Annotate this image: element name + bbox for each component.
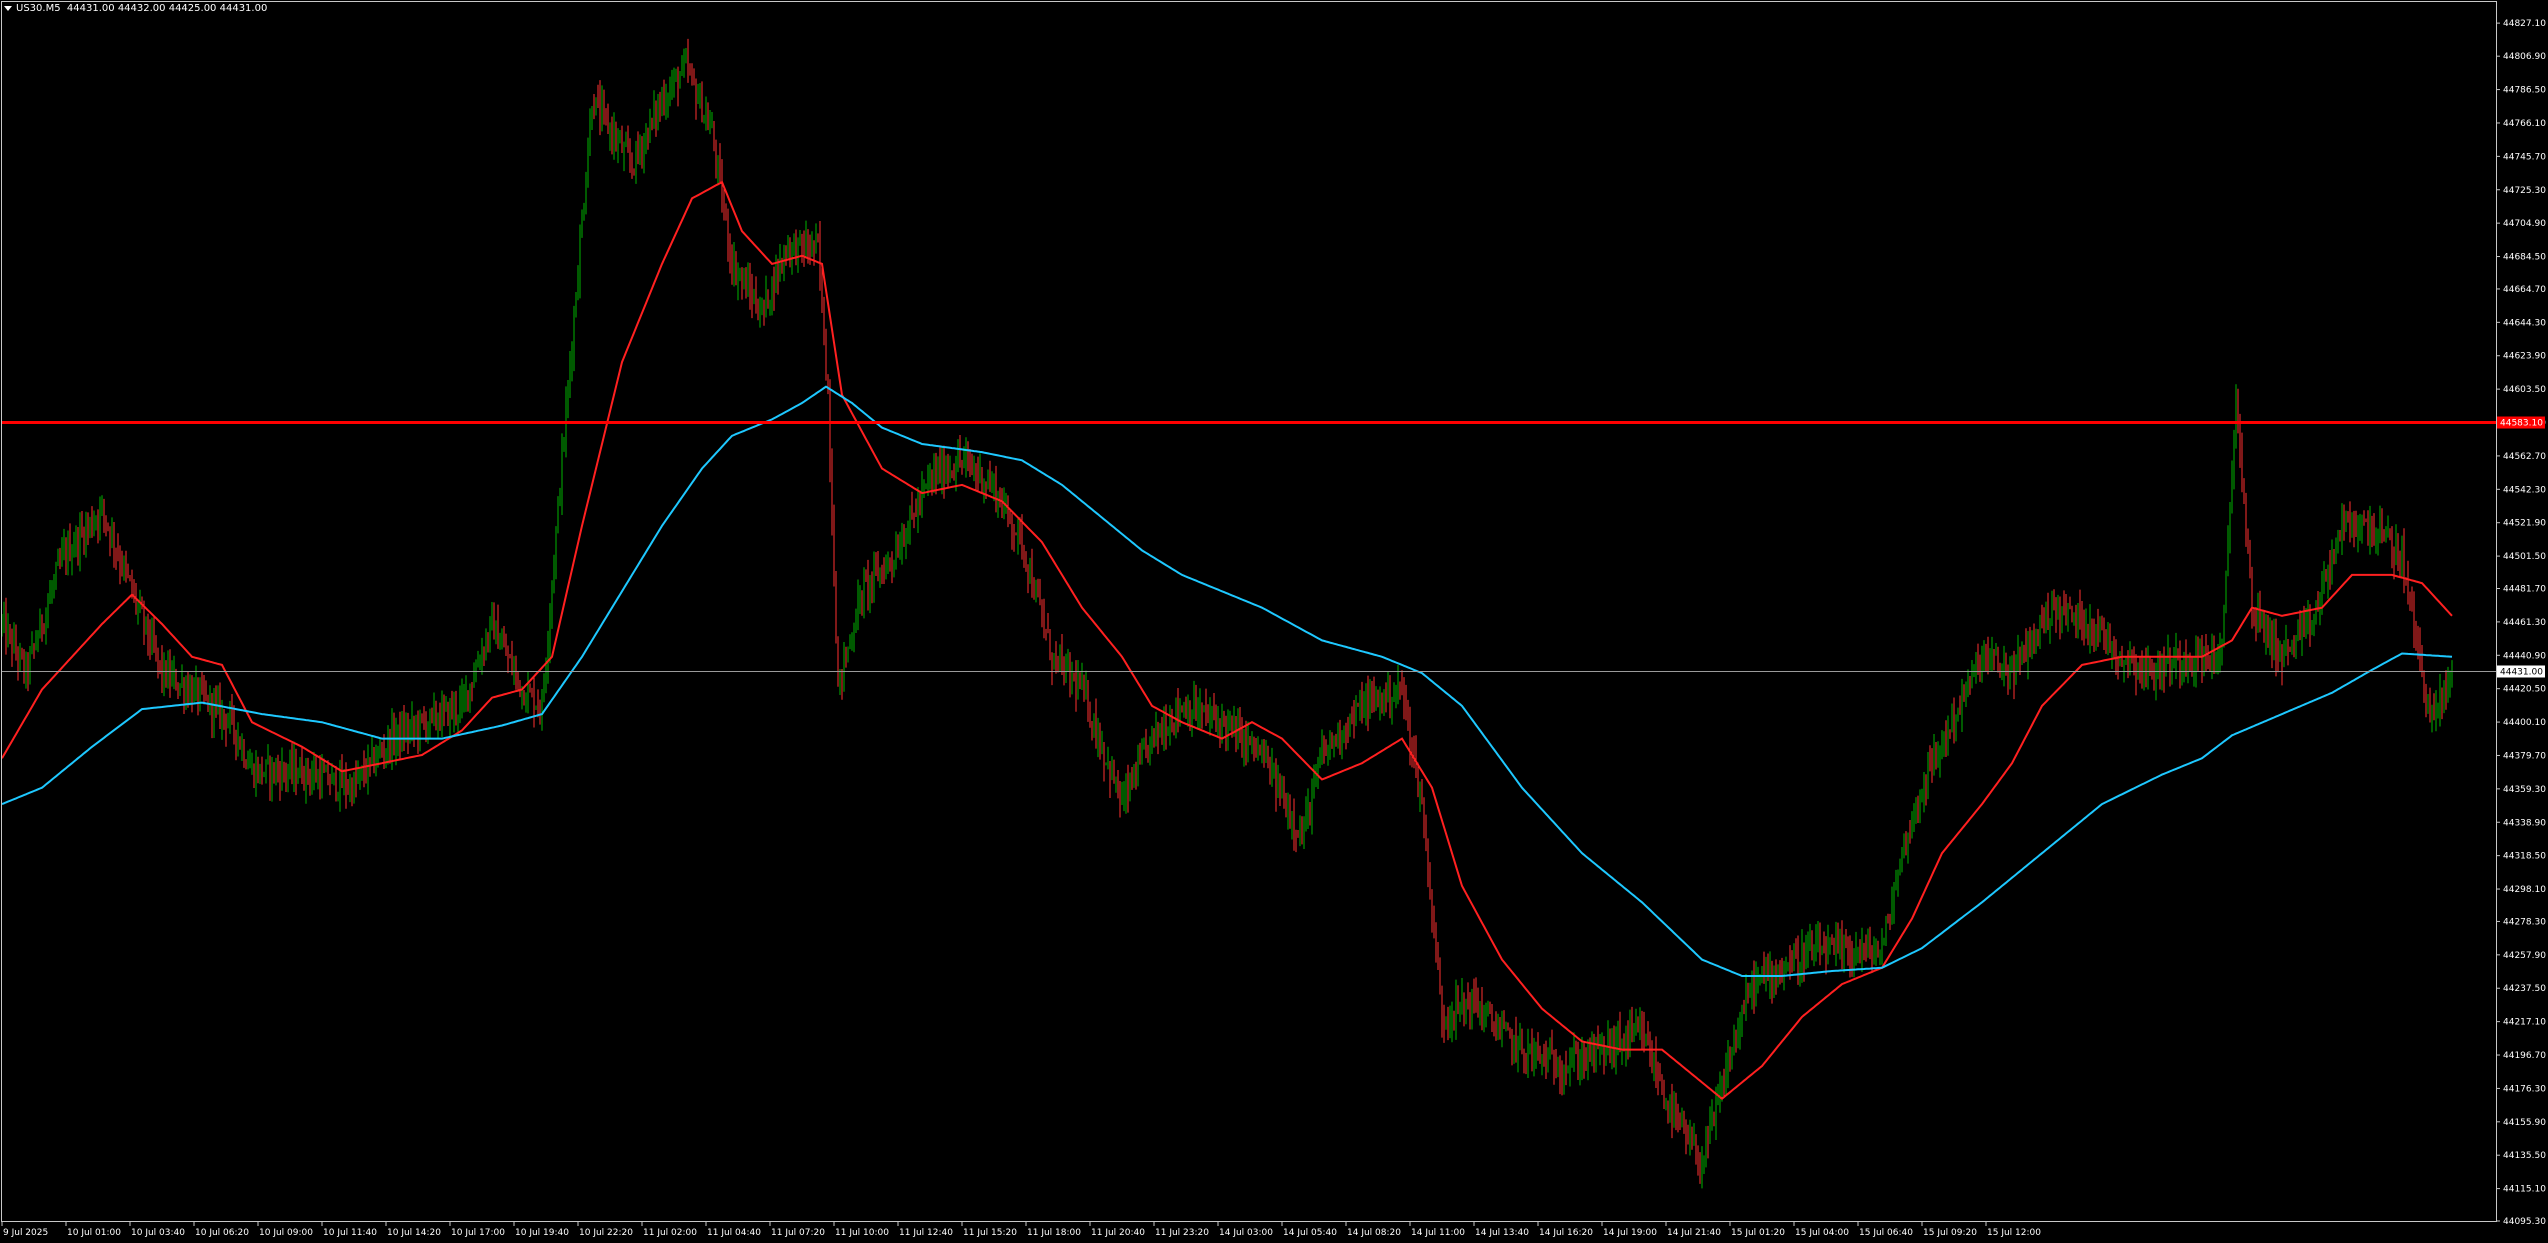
symbol-header[interactable]: US30.M5 44431.00 44432.00 44425.00 44431… [4,3,267,14]
price-label: 44298.10 [2503,885,2546,895]
price-label: 44359.30 [2503,785,2546,795]
time-label: 14 Jul 08:20 [1347,1228,1401,1238]
price-label: 44806.90 [2503,52,2546,62]
time-label: 11 Jul 12:40 [899,1228,953,1238]
time-label: 10 Jul 17:00 [451,1228,505,1238]
time-label: 14 Jul 19:00 [1603,1228,1657,1238]
price-label: 44644.30 [2503,318,2546,328]
time-label: 11 Jul 15:20 [963,1228,1017,1238]
time-label: 11 Jul 18:00 [1027,1228,1081,1238]
price-label: 44400.10 [2503,718,2546,728]
price-label: 44827.10 [2503,19,2546,29]
price-label: 44115.10 [2503,1185,2546,1195]
time-label: 14 Jul 03:00 [1219,1228,1273,1238]
time-label: 10 Jul 14:20 [387,1228,441,1238]
price-label: 44766.10 [2503,119,2546,129]
price-label: 44562.70 [2503,452,2546,462]
time-label: 11 Jul 23:20 [1155,1228,1209,1238]
price-label: 44217.10 [2503,1018,2546,1028]
price-label: 44745.70 [2503,152,2546,162]
price-label: 44379.70 [2503,751,2546,761]
price-label: 44521.90 [2503,519,2546,529]
hline-price-tag: 44583.10 [2497,416,2545,429]
price-label: 44338.90 [2503,818,2546,828]
time-label: 11 Jul 04:40 [707,1228,761,1238]
price-label: 44481.70 [2503,585,2546,595]
chart-background [0,0,2548,1243]
bid-price-tag: 44431.00 [2497,665,2545,678]
time-label: 14 Jul 11:00 [1411,1228,1465,1238]
price-label: 44461.30 [2503,618,2546,628]
time-label: 15 Jul 09:20 [1923,1228,1977,1238]
time-label: 9 Jul 2025 [3,1228,48,1238]
price-label: 44664.70 [2503,285,2546,295]
time-label: 14 Jul 21:40 [1667,1228,1721,1238]
price-label: 44603.50 [2503,385,2546,395]
time-label: 10 Jul 09:00 [259,1228,313,1238]
price-label: 44786.50 [2503,86,2546,96]
time-label: 15 Jul 01:20 [1731,1228,1785,1238]
time-label: 10 Jul 03:40 [131,1228,185,1238]
time-label: 10 Jul 22:20 [579,1228,633,1238]
ohlc-values: 44431.00 44432.00 44425.00 44431.00 [66,3,268,14]
price-label: 44440.90 [2503,651,2546,661]
price-label: 44684.50 [2503,253,2546,263]
price-label: 44542.30 [2503,485,2546,495]
price-label: 44155.90 [2503,1118,2546,1128]
time-label: 10 Jul 01:00 [67,1228,121,1238]
time-label: 11 Jul 10:00 [835,1228,889,1238]
time-label: 11 Jul 02:00 [643,1228,697,1238]
time-label: 14 Jul 05:40 [1283,1228,1337,1238]
time-label: 15 Jul 06:40 [1859,1228,1913,1238]
price-label: 44095.30 [2503,1217,2546,1227]
price-label: 44623.90 [2503,352,2546,362]
price-label: 44278.30 [2503,917,2546,927]
price-label: 44257.90 [2503,951,2546,961]
time-label: 14 Jul 16:20 [1539,1228,1593,1238]
price-label: 44135.50 [2503,1151,2546,1161]
price-label: 44725.30 [2503,186,2546,196]
time-label: 11 Jul 20:40 [1091,1228,1145,1238]
time-label: 14 Jul 13:40 [1475,1228,1529,1238]
hline-price-label: 44583.10 [2500,419,2543,429]
price-label: 44176.30 [2503,1084,2546,1094]
price-label: 44420.50 [2503,685,2546,695]
price-label: 44501.50 [2503,552,2546,562]
dropdown-triangle-icon[interactable] [4,5,12,11]
bid-price-label: 44431.00 [2500,667,2543,677]
time-label: 11 Jul 07:20 [771,1228,825,1238]
price-label: 44237.50 [2503,984,2546,994]
time-label: 15 Jul 12:00 [1987,1228,2041,1238]
price-label: 44318.50 [2503,852,2546,862]
chart-canvas[interactable]: 44827.10 44806.90 44786.50 44766.10 44745.70… [0,0,2548,1243]
time-label: 10 Jul 11:40 [323,1228,377,1238]
price-label: 44196.70 [2503,1051,2546,1061]
time-label: 10 Jul 06:20 [195,1228,249,1238]
symbol-name: US30.M5 [16,3,61,14]
price-label: 44704.90 [2503,219,2546,229]
time-label: 10 Jul 19:40 [515,1228,569,1238]
time-label: 15 Jul 04:00 [1795,1228,1849,1238]
